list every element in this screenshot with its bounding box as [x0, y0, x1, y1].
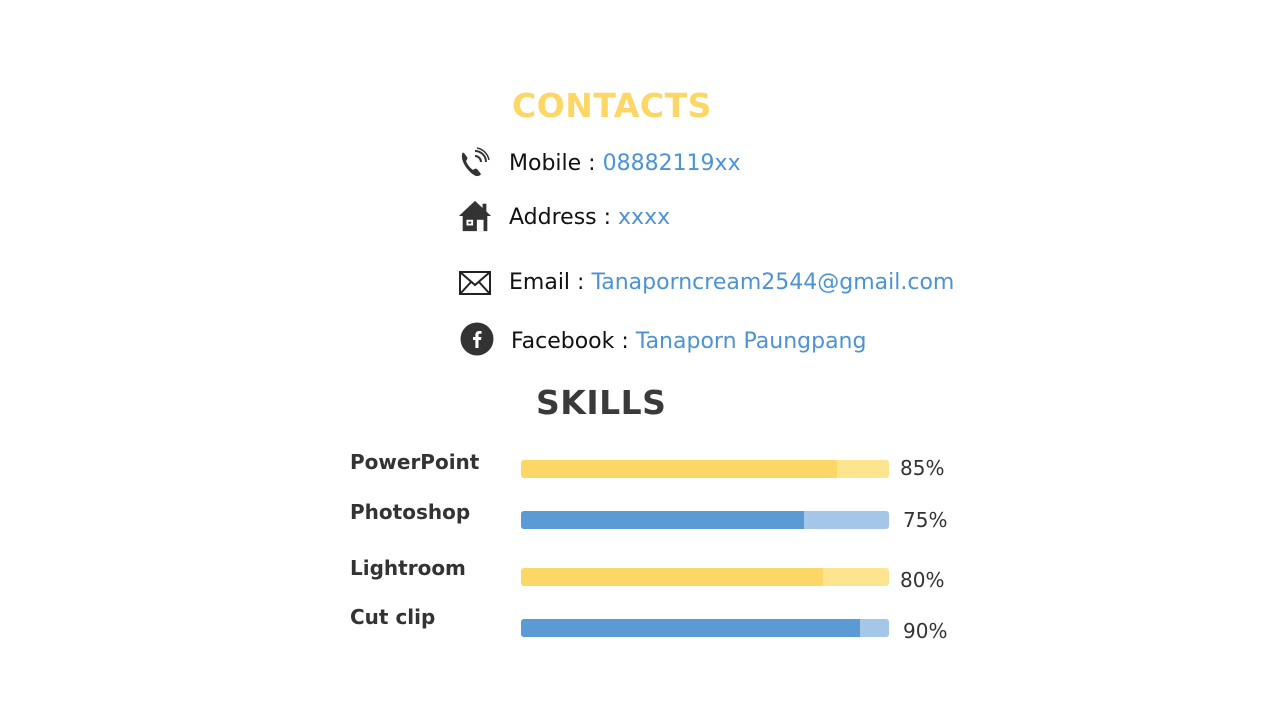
skill-bar-lightroom	[521, 568, 889, 586]
resume-slide: CONTACTS Mobile : 08882119xx Address: x…	[0, 0, 1280, 720]
skill-percent-photoshop: 75%	[903, 508, 948, 532]
facebook-icon	[459, 321, 495, 357]
contact-label: Email	[509, 270, 571, 295]
phone-icon	[455, 146, 491, 182]
skill-bar-fill	[521, 511, 805, 529]
envelope-icon	[457, 265, 493, 301]
skill-percent-lightroom: 80%	[900, 568, 945, 592]
skill-label-lightroom: Lightroom	[350, 556, 466, 580]
contact-separator: :	[614, 329, 636, 354]
contact-label: Address	[509, 205, 597, 230]
contact-text-address: Address : xxxx	[509, 207, 670, 229]
address-value[interactable]: xxxx	[618, 205, 670, 230]
skill-label-photoshop: Photoshop	[350, 500, 471, 524]
skills-heading: SKILLS	[536, 383, 667, 422]
mobile-value[interactable]: 08882119xx	[603, 151, 741, 176]
facebook-value[interactable]: Tanaporn Paungpang	[636, 329, 867, 354]
contact-label: Facebook	[511, 329, 615, 354]
contact-text-email: Email : Tanaporncream2544@gmail.com	[509, 272, 954, 294]
skill-bar-fill	[521, 619, 860, 637]
skill-bar-fill	[521, 460, 838, 478]
skill-percent-cut-clip: 90%	[903, 619, 948, 643]
skill-bar-photoshop	[521, 511, 889, 529]
contacts-heading: CONTACTS	[512, 86, 712, 125]
contact-separator: :	[581, 151, 603, 176]
home-icon	[457, 198, 493, 234]
contact-separator: :	[596, 205, 619, 230]
skill-bar-fill	[521, 568, 823, 586]
contact-text-facebook: Facebook : Tanaporn Paungpang	[511, 331, 866, 353]
skill-bar-cut-clip	[521, 619, 889, 637]
contact-label: Mobile	[509, 151, 582, 176]
skill-percent-powerpoint: 85%	[900, 456, 945, 480]
contact-separator: :	[570, 270, 592, 295]
skill-label-cut-clip: Cut clip	[350, 605, 436, 629]
skill-label-powerpoint: PowerPoint	[350, 450, 480, 474]
skill-bar-powerpoint	[521, 460, 889, 478]
contact-text-mobile: Mobile : 08882119xx	[509, 153, 741, 175]
email-value[interactable]: Tanaporncream2544@gmail.com	[591, 270, 954, 295]
